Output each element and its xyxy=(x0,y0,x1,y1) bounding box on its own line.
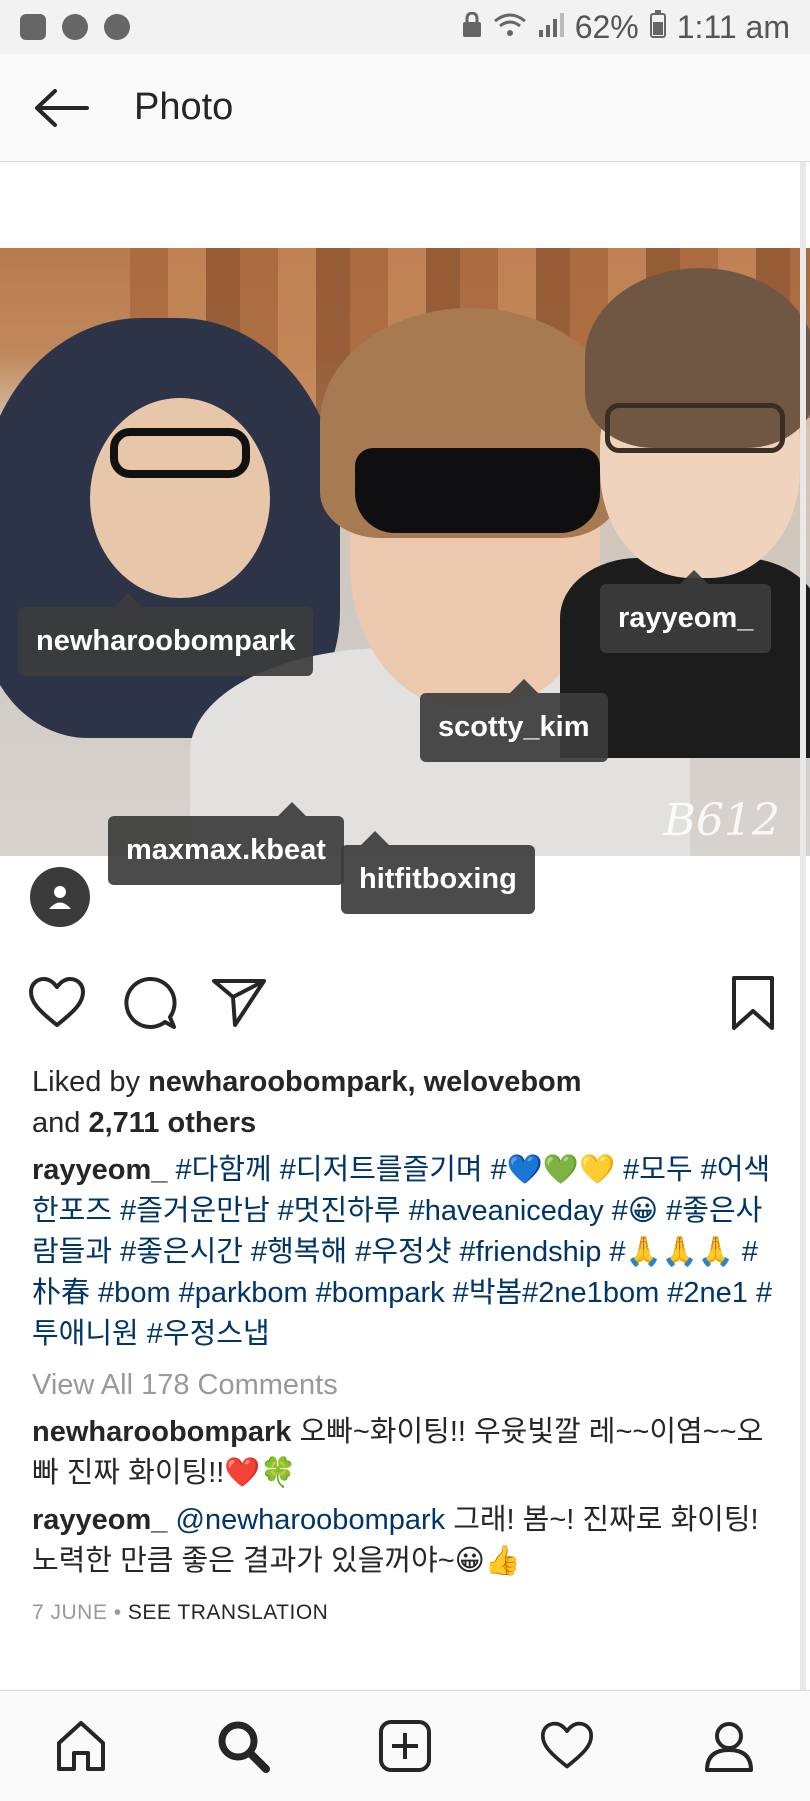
photo-tag-scotty-kim[interactable]: scotty_kim xyxy=(420,679,608,762)
comment: rayyeom_ @newharoobompark 그래! 봄~! 진짜로 화이… xyxy=(32,1500,782,1582)
status-bar: 62% 1:11 am xyxy=(0,0,810,54)
photo-tag-hitfitboxing[interactable]: hitfitboxing xyxy=(341,831,535,914)
caption-username[interactable]: rayyeom_ xyxy=(32,1154,167,1186)
save-button[interactable] xyxy=(720,970,786,1036)
see-translation-link[interactable]: SEE TRANSLATION xyxy=(128,1601,328,1624)
post-date-row: 7 JUNE • SEE TRANSLATION xyxy=(32,1592,782,1633)
lock-icon xyxy=(461,9,483,46)
likes-others[interactable]: 2,711 others xyxy=(88,1107,256,1139)
status-system: 62% 1:11 am xyxy=(461,9,790,46)
tagged-people-button[interactable] xyxy=(30,867,90,927)
nav-create[interactable] xyxy=(360,1701,450,1791)
heart-icon xyxy=(29,977,85,1027)
arrow-left-icon xyxy=(35,88,89,127)
page-title: Photo xyxy=(134,86,234,128)
post-actions xyxy=(0,970,810,1040)
photo-tag-maxmax-kbeat[interactable]: maxmax.kbeat xyxy=(108,802,344,885)
game-icon xyxy=(62,14,88,40)
battery-icon xyxy=(649,9,667,46)
post-photo[interactable]: B612 xyxy=(0,248,810,856)
clock: 1:11 am xyxy=(676,8,790,45)
image-icon xyxy=(20,14,46,40)
post-date: 7 JUNE xyxy=(32,1601,108,1624)
view-all-comments[interactable]: View All 178 Comments xyxy=(32,1365,782,1406)
post-caption: rayyeom_ #다함께 #디저트를즐기며 #💙💚💛 #모두 #어색한포즈 #… xyxy=(32,1150,782,1355)
likes-and: and xyxy=(32,1107,89,1139)
comment-username[interactable]: rayyeom_ xyxy=(32,1504,167,1536)
game-icon xyxy=(104,14,130,40)
photo-watermark: B612 xyxy=(663,795,780,846)
post-details: Liked by newharoobompark, welovebom and … xyxy=(32,1062,782,1633)
comment: newharoobompark 오빠~화이팅!! 우윳빛깔 레~~이염~~오빠 … xyxy=(32,1412,782,1494)
likes-prefix: Liked by xyxy=(32,1066,149,1098)
photo-glasses xyxy=(605,403,785,453)
photo-glasses xyxy=(110,428,250,478)
nav-activity[interactable] xyxy=(522,1701,612,1791)
nav-home[interactable] xyxy=(36,1701,126,1791)
signal-icon xyxy=(537,9,565,46)
search-icon xyxy=(218,1721,270,1773)
comment-mention[interactable]: @newharoobompark xyxy=(176,1504,446,1536)
bookmark-icon xyxy=(732,976,774,1030)
scrollbar[interactable] xyxy=(800,162,806,1692)
back-button[interactable] xyxy=(16,63,106,153)
likes-summary: Liked by newharoobompark, welovebom and … xyxy=(32,1062,782,1144)
battery-percent: 62% xyxy=(574,8,639,45)
share-button[interactable] xyxy=(206,970,272,1036)
heart-icon xyxy=(540,1721,594,1769)
date-separator: • xyxy=(107,1601,128,1624)
add-icon xyxy=(379,1720,431,1772)
send-icon xyxy=(212,979,266,1027)
comment-button[interactable] xyxy=(116,970,182,1036)
nav-profile[interactable] xyxy=(684,1701,774,1791)
bottom-nav xyxy=(0,1690,810,1801)
photo-tag-rayyeom[interactable]: rayyeom_ xyxy=(600,570,772,653)
profile-icon xyxy=(705,1722,753,1772)
like-button[interactable] xyxy=(24,970,90,1036)
photo-tag-newharoobompark[interactable]: newharoobompark xyxy=(18,593,314,676)
photo-sunglasses xyxy=(355,448,600,533)
wifi-icon xyxy=(493,9,527,46)
likes-users[interactable]: newharoobompark, welovebom xyxy=(148,1066,581,1098)
comment-icon xyxy=(124,976,177,1029)
person-icon xyxy=(49,886,71,909)
nav-search[interactable] xyxy=(198,1701,288,1791)
home-icon xyxy=(57,1721,105,1771)
comment-username[interactable]: newharoobompark xyxy=(32,1416,291,1448)
header-bar: Photo xyxy=(0,54,810,162)
status-notifications xyxy=(20,14,130,40)
